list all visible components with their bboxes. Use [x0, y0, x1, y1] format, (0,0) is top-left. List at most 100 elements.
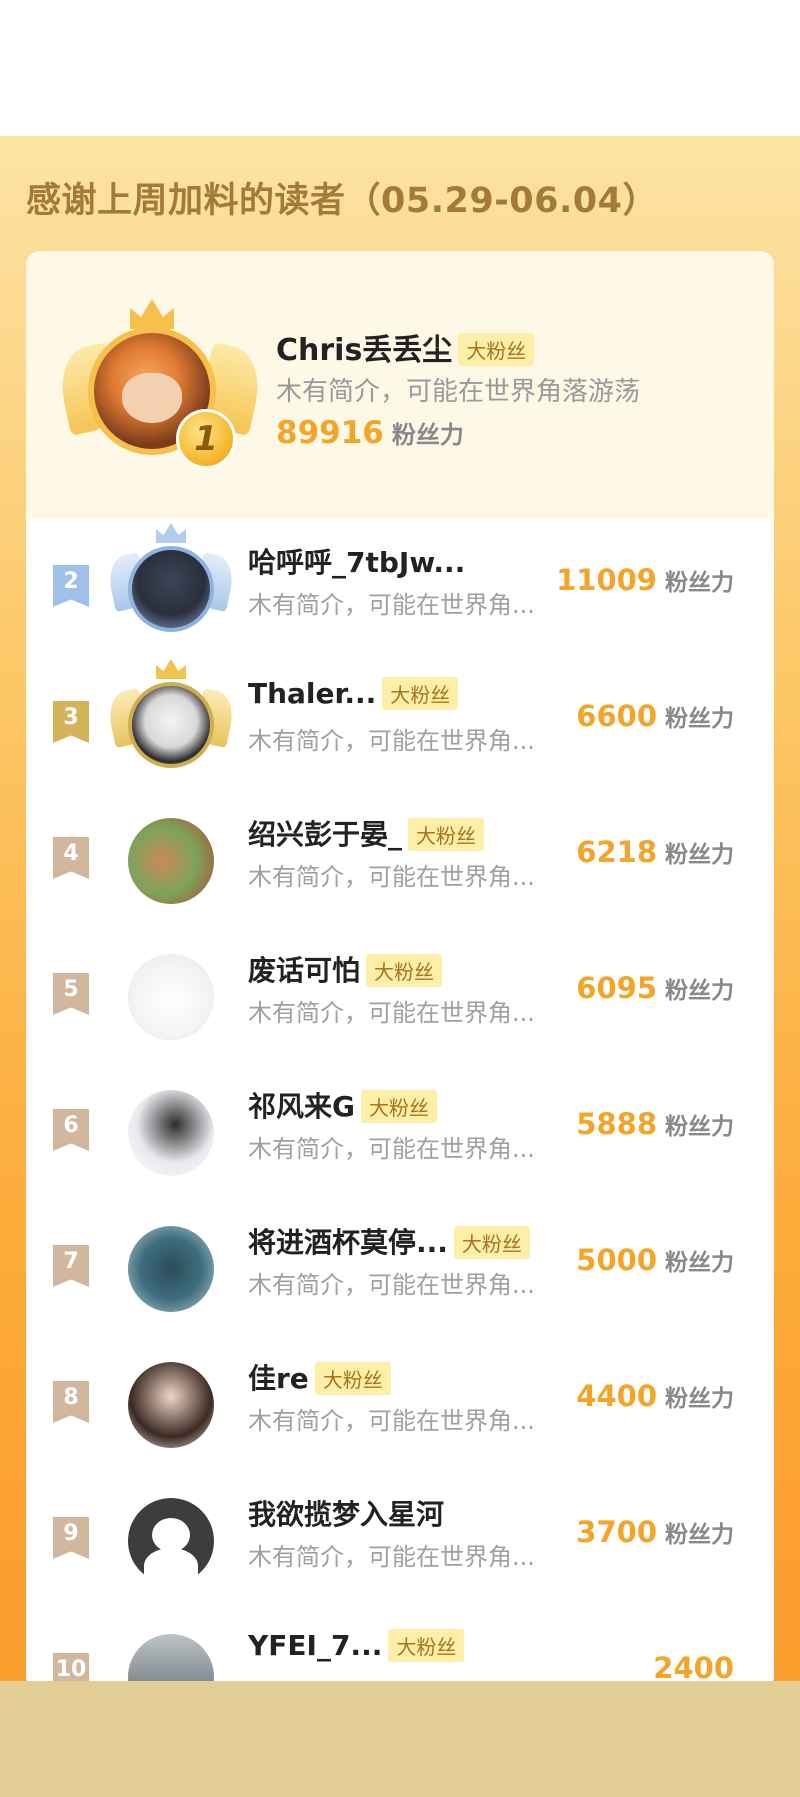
user-name[interactable]: 祁风来G — [248, 1090, 355, 1123]
ranking-row-9[interactable]: 9 我欲揽梦入星河木有简介，可能在世界角... 3700 粉丝力 — [26, 1471, 774, 1607]
user-name[interactable]: 佳re — [248, 1362, 309, 1395]
user-avatar[interactable] — [128, 954, 214, 1040]
crown-icon — [156, 523, 186, 543]
section-title: 感谢上周加料的读者（05.29-06.04） — [26, 181, 658, 221]
ranking-row-3[interactable]: 3 Thaler... 大粉丝木有简介，可能在世界角... 6600 粉丝力 — [26, 655, 774, 791]
score-value: 4400 — [576, 1379, 657, 1413]
user-name-line[interactable]: 废话可怕 大粉丝 — [248, 949, 443, 989]
user-score: 11009 粉丝力 — [556, 563, 734, 597]
rank-flag: 8 — [53, 1381, 89, 1423]
rank-flag: 5 — [53, 973, 89, 1015]
rank-one-medal: 1 — [176, 409, 236, 469]
user-name-line[interactable]: YFEI_7... 大粉丝 — [248, 1628, 465, 1664]
score-value: 6095 — [576, 971, 657, 1005]
ranking-row-5[interactable]: 5 废话可怕 大粉丝木有简介，可能在世界角... 6095 粉丝力 — [26, 927, 774, 1063]
page: 感谢上周加料的读者（05.29-06.04） 1 Chris丢丢尘 大粉丝 木有简… — [0, 0, 800, 1797]
big-fan-badge: 大粉丝 — [458, 333, 535, 366]
user-score: 3700 粉丝力 — [576, 1515, 734, 1549]
rank-flag: 3 — [53, 701, 89, 743]
user-intro: 木有简介，可能在世界角... — [248, 591, 535, 619]
big-fan-badge: 大粉丝 — [382, 676, 459, 710]
bottom-overlay-band — [0, 1681, 800, 1797]
score-unit: 粉丝力 — [665, 706, 734, 732]
default-avatar-icon — [152, 1518, 190, 1552]
user-avatar[interactable] — [128, 546, 214, 632]
score-unit: 粉丝力 — [665, 570, 734, 596]
user-name-line[interactable]: 我欲揽梦入星河 — [248, 1493, 444, 1533]
user-avatar[interactable] — [128, 682, 214, 768]
user-name-line[interactable]: Thaler... 大粉丝 — [248, 676, 459, 712]
rank-flag: 4 — [53, 837, 89, 879]
user-avatar[interactable] — [128, 1090, 214, 1176]
champion-intro: 木有简介，可能在世界角落游荡 — [276, 377, 641, 407]
default-avatar-body — [144, 1548, 198, 1584]
user-name[interactable]: 我欲揽梦入星河 — [248, 1498, 444, 1531]
user-name[interactable]: 哈呼呼_7tbJw... — [248, 546, 465, 579]
user-intro: 木有简介，可能在世界角... — [248, 1271, 535, 1299]
user-intro: 木有简介，可能在世界角... — [248, 1543, 535, 1571]
big-fan-badge: 大粉丝 — [388, 1628, 465, 1662]
user-name[interactable]: Thaler... — [248, 677, 376, 710]
score-value: 5888 — [576, 1107, 657, 1141]
user-avatar[interactable] — [128, 818, 214, 904]
anime-face-icon — [122, 373, 182, 423]
user-score: 5000 粉丝力 — [576, 1243, 734, 1277]
crown-icon — [156, 659, 186, 679]
user-score: 4400 粉丝力 — [576, 1379, 734, 1413]
big-fan-badge: 大粉丝 — [408, 817, 485, 851]
score-value: 11009 — [556, 563, 657, 597]
ranking-row-2[interactable]: 2 哈呼呼_7tbJw... 木有简介，可能在世界角... 11009 粉丝力 — [26, 519, 774, 655]
user-name-line[interactable]: 将进酒杯莫停... 大粉丝 — [248, 1221, 530, 1261]
user-score: 6095 粉丝力 — [576, 971, 734, 1005]
rank-flag: 7 — [53, 1245, 89, 1287]
score-unit: 粉丝力 — [665, 1250, 734, 1276]
big-fan-badge: 大粉丝 — [360, 1089, 437, 1123]
big-fan-badge: 大粉丝 — [453, 1225, 530, 1259]
score-value: 2400 — [653, 1651, 734, 1685]
score-unit: 粉丝力 — [665, 1522, 734, 1548]
user-intro: 木有简介，可能在世界角... — [248, 1407, 535, 1435]
user-name[interactable]: 绍兴彭于晏_ — [248, 818, 402, 851]
user-name[interactable]: 将进酒杯莫停... — [248, 1226, 448, 1259]
champion-panel[interactable]: 1 Chris丢丢尘 大粉丝 木有简介，可能在世界角落游荡 89916 粉丝力 — [26, 251, 774, 519]
ranking-row-6[interactable]: 6 祁风来G 大粉丝木有简介，可能在世界角... 5888 粉丝力 — [26, 1063, 774, 1199]
score-value: 6218 — [576, 835, 657, 869]
user-name-line[interactable]: 绍兴彭于晏_ 大粉丝 — [248, 813, 485, 853]
leaderboard-card: 1 Chris丢丢尘 大粉丝 木有简介，可能在世界角落游荡 89916 粉丝力 2哈… — [26, 251, 774, 1691]
ranking-row-4[interactable]: 4 绍兴彭于晏_ 大粉丝木有简介，可能在世界角... 6218 粉丝力 — [26, 791, 774, 927]
ranking-row-8[interactable]: 8 佳re 大粉丝木有简介，可能在世界角... 4400 粉丝力 — [26, 1335, 774, 1471]
champion-name[interactable]: Chris丢丢尘 — [276, 333, 452, 368]
user-avatar[interactable] — [128, 1362, 214, 1448]
champion-score-value: 89916 — [276, 415, 384, 451]
score-unit: 粉丝力 — [665, 842, 734, 868]
score-unit: 粉丝力 — [665, 1386, 734, 1412]
user-avatar[interactable] — [128, 1226, 214, 1312]
crown-icon — [130, 299, 174, 329]
big-fan-badge: 大粉丝 — [366, 953, 443, 987]
big-fan-badge: 大粉丝 — [314, 1361, 391, 1395]
user-name[interactable]: 废话可怕 — [248, 954, 360, 987]
score-unit: 粉丝力 — [665, 1114, 734, 1140]
champion-score-unit: 粉丝力 — [391, 421, 464, 449]
ranking-row-10[interactable]: 10 YFEI_7... 大粉丝 2400 — [26, 1607, 774, 1691]
score-value: 3700 — [576, 1515, 657, 1549]
user-intro: 木有简介，可能在世界角... — [248, 999, 535, 1027]
user-intro: 木有简介，可能在世界角... — [248, 863, 535, 891]
user-name-line[interactable]: 哈呼呼_7tbJw... — [248, 541, 465, 581]
score-value: 5000 — [576, 1243, 657, 1277]
rank-flag: 9 — [53, 1517, 89, 1559]
user-score: 2400 — [653, 1651, 734, 1685]
score-unit: 粉丝力 — [665, 978, 734, 1004]
user-name-line[interactable]: 祁风来G 大粉丝 — [248, 1085, 437, 1125]
user-score: 5888 粉丝力 — [576, 1107, 734, 1141]
user-avatar[interactable] — [128, 1498, 214, 1584]
ranking-row-7[interactable]: 7 将进酒杯莫停... 大粉丝木有简介，可能在世界角... 5000 粉丝力 — [26, 1199, 774, 1335]
user-score: 6600 粉丝力 — [576, 699, 734, 733]
user-intro: 木有简介，可能在世界角... — [248, 1135, 535, 1163]
champion-name-line[interactable]: Chris丢丢尘 大粉丝 — [276, 325, 535, 369]
user-name-line[interactable]: 佳re 大粉丝 — [248, 1357, 391, 1397]
champion-score: 89916 粉丝力 — [276, 415, 464, 451]
user-name[interactable]: YFEI_7... — [248, 1629, 382, 1662]
rank-flag: 6 — [53, 1109, 89, 1151]
user-intro: 木有简介，可能在世界角... — [248, 727, 535, 755]
